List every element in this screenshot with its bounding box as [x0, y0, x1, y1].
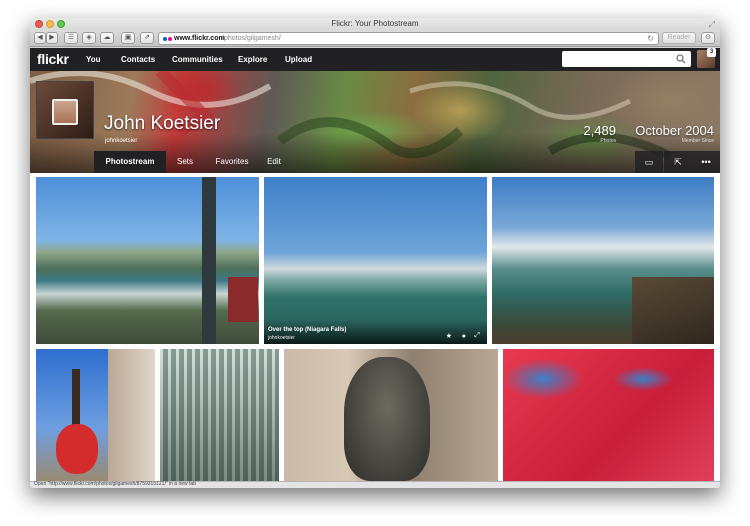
- window-title: Flickr: Your Photostream: [331, 19, 419, 28]
- flickr-navbar: flickr You Contacts Communities Explore …: [30, 48, 720, 71]
- photo-over-the-top[interactable]: Over the top (Niagara Falls) johnkoetsie…: [264, 177, 487, 344]
- title-bar: Flickr: Your Photostream ⤢: [30, 18, 720, 30]
- profile-face: [52, 99, 78, 125]
- slideshow-icon: ▭: [644, 157, 654, 167]
- share-icon: ⇗: [144, 34, 150, 41]
- back-button[interactable]: ◀: [34, 32, 46, 44]
- photo-niagara-mist[interactable]: [492, 177, 714, 344]
- flickr-favicon-blue: [163, 37, 167, 41]
- status-text: Open "http://www.flickr.com/photos/gilga…: [34, 481, 196, 487]
- photo-author[interactable]: johnkoetsier: [268, 335, 295, 341]
- statue-head: [344, 357, 430, 481]
- photos-count: 2,489: [583, 123, 616, 138]
- more-button[interactable]: •••: [692, 151, 720, 173]
- url-host: www.flickr.com: [174, 35, 225, 42]
- bookmarks-button[interactable]: ☰: [64, 32, 78, 44]
- icloud-button[interactable]: ☁: [100, 32, 114, 44]
- back-arrow-icon: ◀: [37, 34, 43, 41]
- top-sites-icon: ◈: [86, 34, 92, 41]
- comment-icon[interactable]: ●: [462, 333, 466, 340]
- reading-list-icon: ☰: [67, 34, 75, 41]
- flickr-favicon-pink: [168, 37, 172, 41]
- expand-icon[interactable]: ⤢: [474, 332, 480, 340]
- notification-badge[interactable]: 3: [707, 48, 716, 57]
- building-wall: [108, 349, 155, 481]
- forward-button[interactable]: ▶: [46, 32, 58, 44]
- share-browser-button[interactable]: ⇗: [140, 32, 154, 44]
- search-icon[interactable]: [676, 54, 686, 64]
- nav-contacts[interactable]: Contacts: [121, 55, 155, 64]
- photo-bronze-statue[interactable]: [284, 349, 498, 481]
- photo-caption-overlay: Over the top (Niagara Falls) johnkoetsie…: [264, 320, 487, 344]
- address-bar[interactable]: www.flickr.com /photos/gilgamesh/ ↻: [158, 32, 659, 45]
- reader-button[interactable]: Reader: [662, 32, 696, 44]
- nav-you[interactable]: You: [86, 55, 101, 64]
- download-icon: ⊙: [705, 34, 711, 41]
- nav-explore[interactable]: Explore: [238, 55, 267, 64]
- top-sites-button[interactable]: ◈: [82, 32, 96, 44]
- profile-name: John Koetsier: [104, 113, 221, 134]
- guitar-body: [56, 424, 98, 474]
- share-button[interactable]: ⇱: [664, 151, 692, 173]
- browser-window: Flickr: Your Photostream ⤢ ◀ ▶ ☰ ◈ ☁ ▣ ⇗…: [30, 18, 720, 488]
- nav-upload[interactable]: Upload: [285, 55, 312, 64]
- fullscreen-icon[interactable]: ⤢: [709, 20, 715, 30]
- photos-label: Photos: [600, 138, 616, 144]
- reload-icon[interactable]: ↻: [647, 33, 654, 44]
- red-chair: [228, 277, 258, 322]
- forward-arrow-icon: ▶: [49, 34, 55, 41]
- slideshow-button[interactable]: ▭: [635, 151, 663, 173]
- share-icon: ⇱: [674, 157, 682, 167]
- photo-atrium[interactable]: [160, 349, 279, 481]
- rock-cliff: [632, 277, 714, 344]
- photo-title[interactable]: Over the top (Niagara Falls): [268, 327, 346, 333]
- tab-edit[interactable]: Edit: [260, 151, 288, 173]
- url-path: /photos/gilgamesh/: [222, 35, 281, 42]
- photo-niagara-window[interactable]: [36, 177, 259, 344]
- member-since-date: October 2004: [635, 123, 714, 138]
- profile-username: johnkoetsier: [105, 138, 138, 144]
- flickr-logo[interactable]: flickr: [37, 51, 69, 67]
- tab-sets[interactable]: Sets: [166, 151, 204, 173]
- member-since-label: Member Since: [681, 138, 714, 144]
- downloads-button[interactable]: ⊙: [701, 32, 715, 44]
- window-frame: [202, 177, 216, 344]
- profile-avatar[interactable]: [36, 81, 94, 139]
- atrium-shade: [160, 349, 279, 481]
- photo-red-painting[interactable]: [503, 349, 714, 481]
- search-input[interactable]: [562, 51, 691, 67]
- tab-photostream[interactable]: Photostream: [94, 151, 166, 173]
- tab-favorites[interactable]: Favorites: [204, 151, 260, 173]
- more-icon: •••: [701, 157, 711, 167]
- photo-guitar-sign[interactable]: [36, 349, 155, 481]
- tabs-icon: ▣: [124, 34, 132, 41]
- photo-grid: Over the top (Niagara Falls) johnkoetsie…: [30, 173, 720, 481]
- favorite-star-icon[interactable]: ★: [446, 332, 452, 340]
- profile-subnav: Photostream Sets Favorites Edit ▭ ⇱ •••: [30, 151, 720, 173]
- status-bar: Open "http://www.flickr.com/photos/gilga…: [30, 481, 720, 488]
- tab-view-button[interactable]: ▣: [121, 32, 135, 44]
- cloud-icon: ☁: [103, 34, 111, 41]
- nav-communities[interactable]: Communities: [172, 55, 223, 64]
- browser-toolbar: ◀ ▶ ☰ ◈ ☁ ▣ ⇗ www.flickr.com /photos/gil…: [30, 30, 720, 47]
